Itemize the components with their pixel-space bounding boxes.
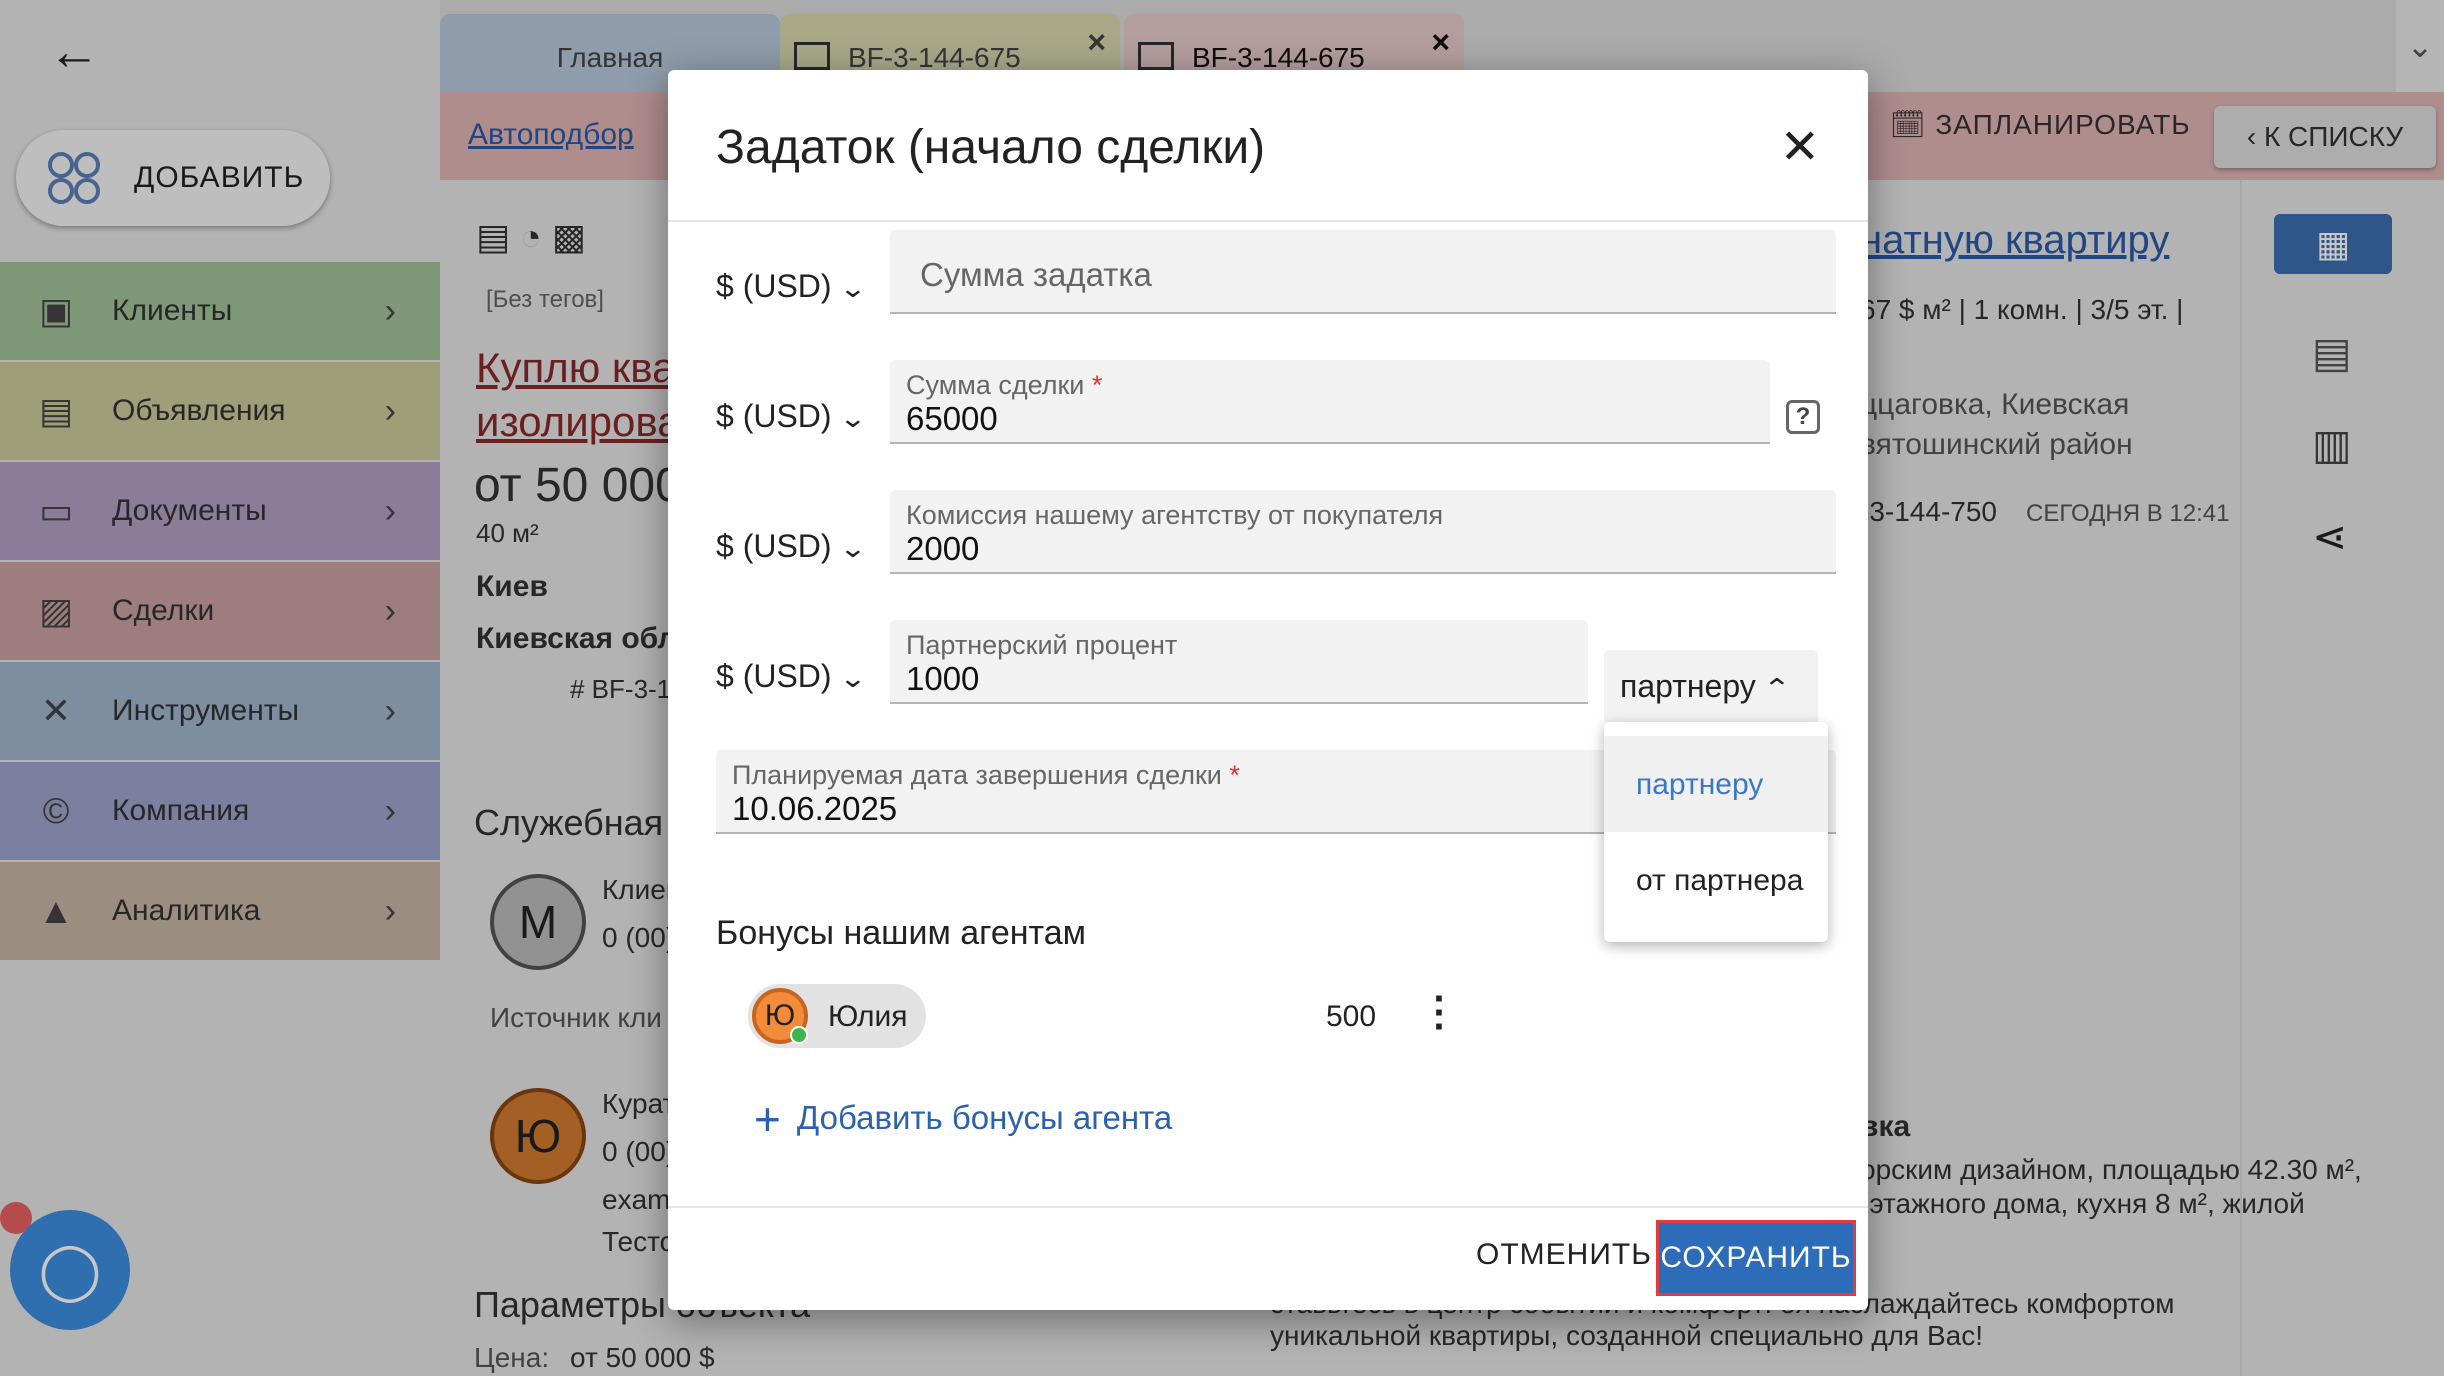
deal-sum-input[interactable]: Сумма сделки * 65000 xyxy=(890,360,1770,444)
currency-select-deal-sum[interactable]: $ (USD) ⌄ xyxy=(716,398,867,435)
currency-label: $ (USD) xyxy=(716,528,832,564)
currency-label: $ (USD) xyxy=(716,398,832,434)
planned-date-value: 10.06.2025 xyxy=(732,790,898,827)
cancel-button[interactable]: ОТМЕНИТЬ xyxy=(1476,1238,1652,1272)
partner-direction-select[interactable]: партнеру ⌃ xyxy=(1604,650,1818,722)
agent-bonus-amount: 500 xyxy=(1326,1000,1377,1033)
close-icon[interactable]: ✕ xyxy=(1780,124,1820,172)
bonuses-title: Бонусы нашим агентам xyxy=(716,914,1086,952)
deposit-dialog: Задаток (начало сделки) ✕ $ (USD) ⌄ Сумма… xyxy=(668,70,1868,1310)
commission-label: Комиссия нашему агентству от покупателя xyxy=(906,500,1444,530)
add-agent-bonus-button[interactable]: + Добавить бонусы агента xyxy=(754,1092,1172,1146)
dialog-footer: ОТМЕНИТЬ СОХРАНИТЬ xyxy=(668,1206,1868,1310)
add-bonus-label: Добавить бонусы агента xyxy=(796,1099,1173,1136)
chevron-down-icon: ⌄ xyxy=(838,403,867,433)
currency-label: $ (USD) xyxy=(716,658,832,694)
currency-select-commission[interactable]: $ (USD) ⌄ xyxy=(716,528,867,565)
partner-percent-input[interactable]: Партнерский процент 1000 xyxy=(890,620,1588,704)
agent-chip[interactable]: Ю Юлия xyxy=(748,984,926,1048)
chevron-down-icon: ⌄ xyxy=(838,533,867,563)
chevron-down-icon: ⌄ xyxy=(838,273,867,303)
commission-value: 2000 xyxy=(906,530,980,567)
deposit-placeholder: Сумма задатка xyxy=(920,256,1152,293)
partner-percent-label: Партнерский процент xyxy=(906,630,1178,660)
deal-sum-value: 65000 xyxy=(906,400,998,437)
currency-select-deposit[interactable]: $ (USD) ⌄ xyxy=(716,268,867,305)
deposit-input[interactable]: Сумма задатка xyxy=(890,230,1836,314)
chevron-down-icon: ⌄ xyxy=(838,663,867,693)
more-vert-icon[interactable]: · · · xyxy=(1430,979,1450,1047)
partner-direction-dropdown: партнеру от партнера xyxy=(1604,722,1828,942)
online-status-dot xyxy=(790,1026,808,1044)
partner-percent-value: 1000 xyxy=(906,660,980,697)
option-from-partner[interactable]: от партнера xyxy=(1604,832,1828,928)
dialog-title: Задаток (начало сделки) xyxy=(716,121,1266,174)
currency-select-partner[interactable]: $ (USD) ⌄ xyxy=(716,658,867,695)
dialog-header: Задаток (начало сделки) ✕ xyxy=(668,70,1868,222)
plus-icon: + xyxy=(754,1093,781,1145)
planned-date-label: Планируемая дата завершения сделки * xyxy=(732,760,1240,790)
currency-label: $ (USD) xyxy=(716,268,832,304)
commission-input[interactable]: Комиссия нашему агентству от покупателя … xyxy=(890,490,1836,574)
option-to-partner[interactable]: партнеру xyxy=(1604,736,1828,832)
save-button[interactable]: СОХРАНИТЬ xyxy=(1656,1220,1856,1296)
chevron-up-icon: ⌃ xyxy=(1762,673,1791,703)
partner-select-value: партнеру xyxy=(1620,668,1756,704)
deal-sum-label: Сумма сделки * xyxy=(906,370,1103,400)
agent-name: Юлия xyxy=(828,1000,908,1033)
help-icon[interactable]: ? xyxy=(1786,400,1820,434)
